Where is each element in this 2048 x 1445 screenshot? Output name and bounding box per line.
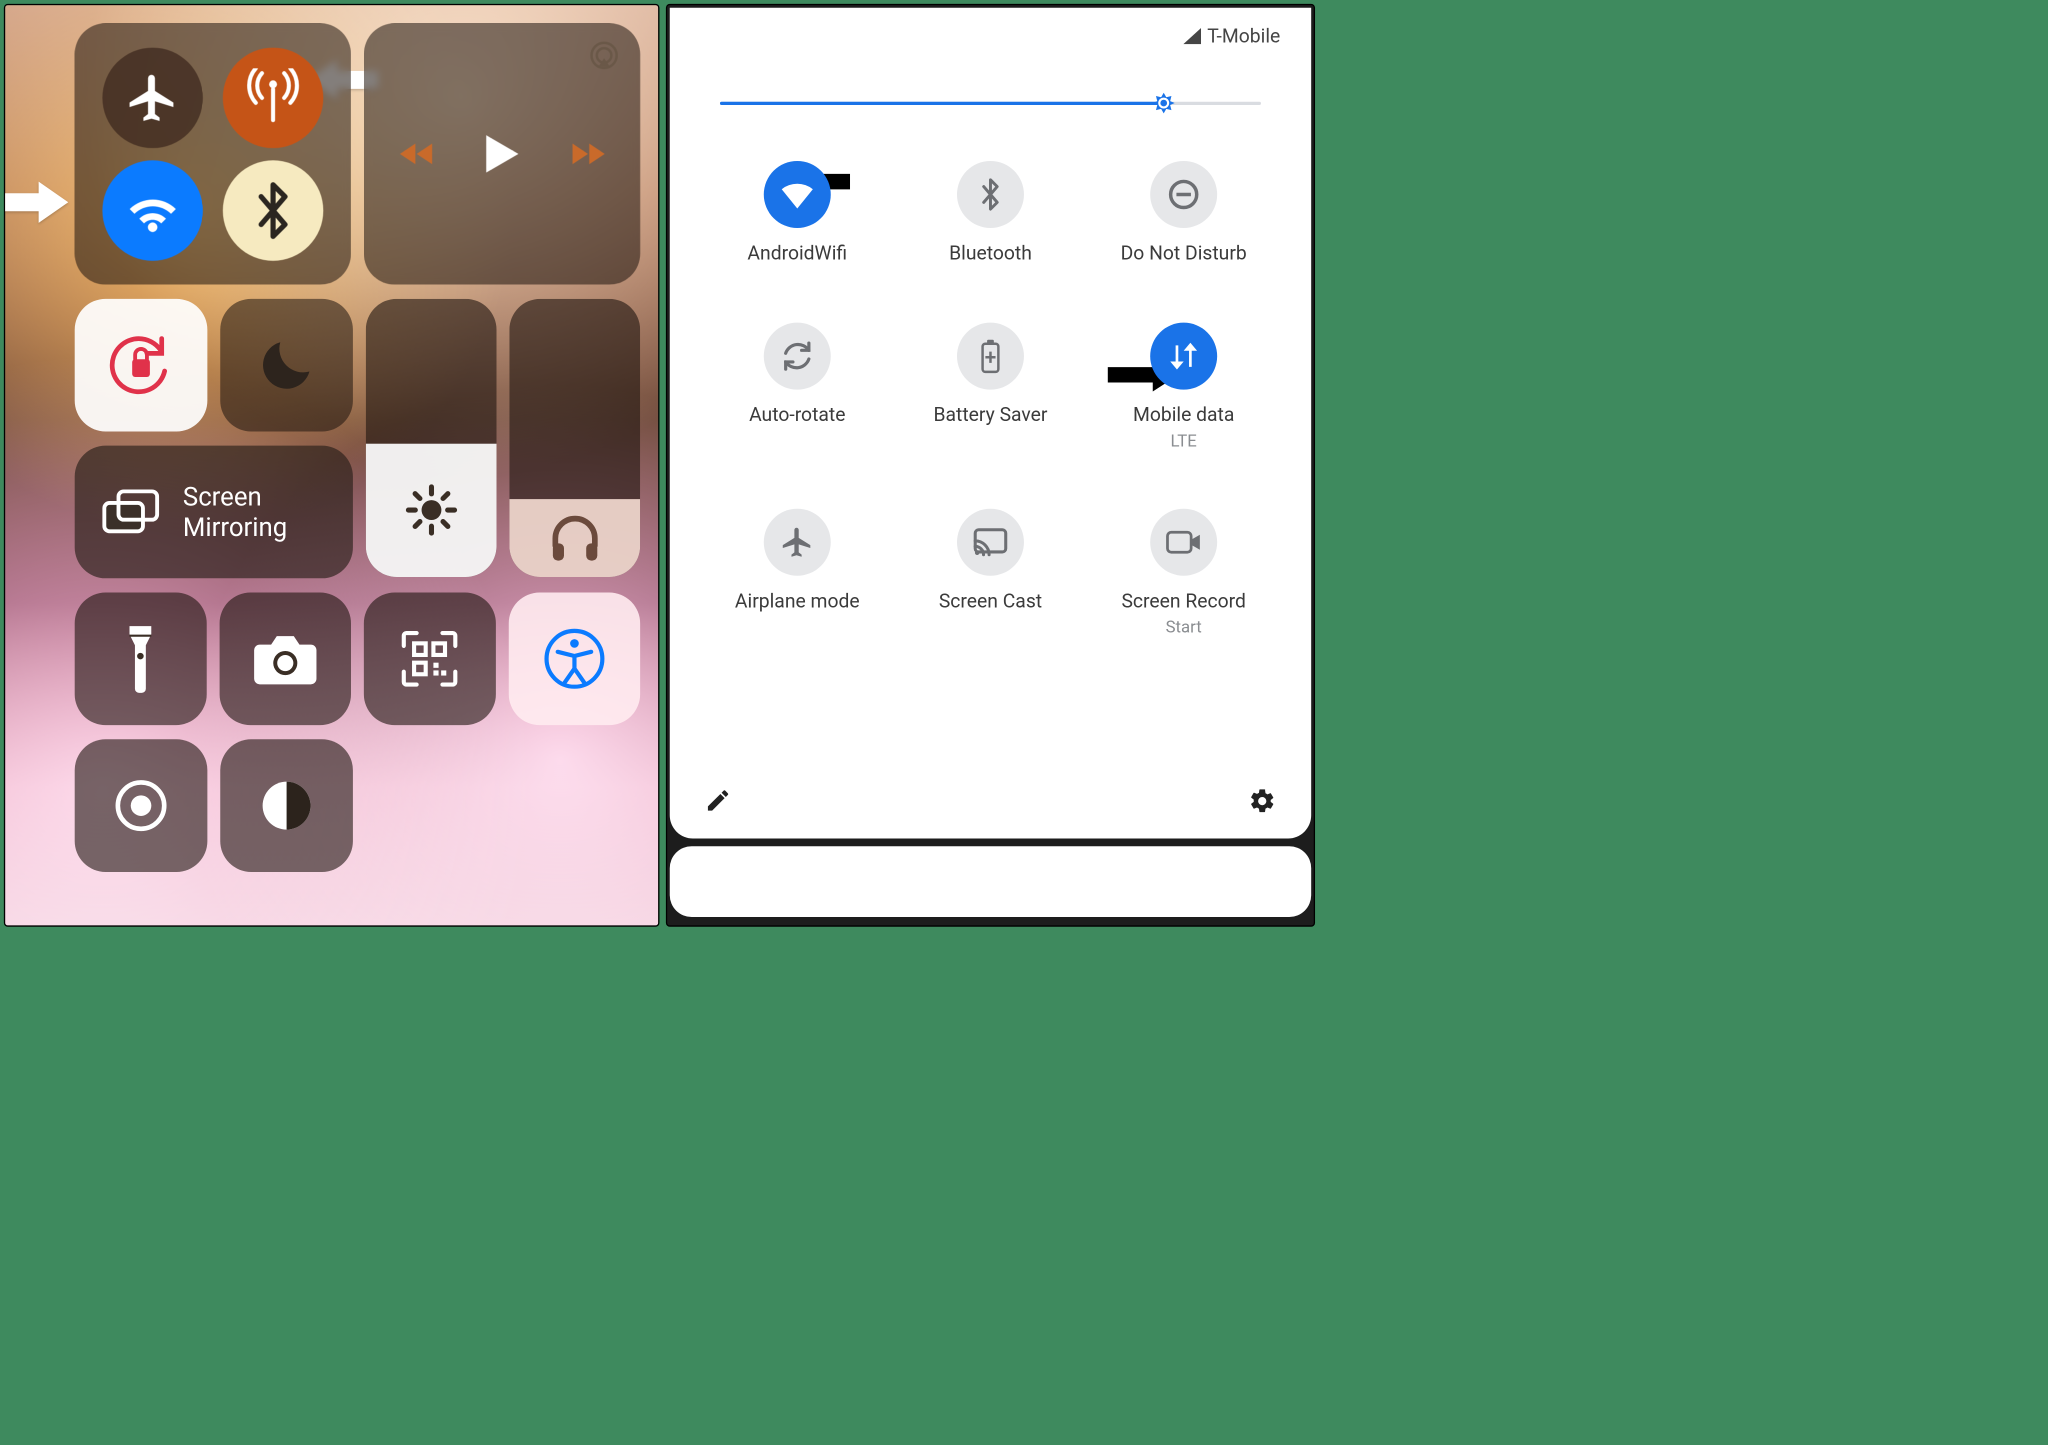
wifi-icon [123,180,184,241]
edit-button[interactable] [705,787,732,814]
rewind-button[interactable] [397,138,438,169]
airplay-icon[interactable] [587,39,620,72]
autorotate-label: Auto-rotate [749,404,845,427]
screen-record-button[interactable] [75,739,208,872]
dnd-icon [1166,177,1201,212]
cellular-icon [243,68,302,127]
dnd-label: Do Not Disturb [1121,242,1247,265]
ios-control-center: Screen Mirroring [4,4,660,927]
battery-saver-tile[interactable]: Battery Saver [910,323,1071,451]
moon-icon [255,334,318,397]
flashlight-icon [121,623,160,694]
wifi-label: AndroidWifi [747,242,847,265]
airplane-icon [125,70,180,125]
screen-record-label: Screen Record [1121,590,1245,613]
cast-icon [972,527,1008,558]
record-icon [1165,528,1202,556]
mobile-data-sublabel: LTE [1171,431,1197,450]
brightness-thumb-icon [1151,91,1175,115]
screen-cast-label: Screen Cast [939,590,1042,613]
camera-button[interactable] [219,592,351,725]
brightness-icon [403,483,458,538]
screen-cast-tile[interactable]: Screen Cast [910,509,1071,637]
carrier-label: T-Mobile [1207,25,1280,48]
accessibility-button[interactable] [508,592,640,725]
bluetooth-label: Bluetooth [949,242,1032,265]
mobile-data-icon [1168,340,1200,372]
wifi-tile[interactable]: AndroidWifi [717,161,878,265]
qr-icon [399,628,461,690]
headphones-icon [545,508,604,567]
volume-slider[interactable] [509,299,640,577]
play-button[interactable] [483,133,520,176]
autorotate-tile[interactable]: Auto-rotate [717,323,878,451]
mobile-data-tile[interactable]: Mobile data LTE [1103,323,1264,451]
screen-record-tile[interactable]: Screen Record Start [1103,509,1264,637]
annotation-arrow-wifi [4,179,68,225]
screen-mirroring-icon [100,488,162,537]
do-not-disturb-toggle[interactable] [220,299,353,432]
bluetooth-icon [249,178,297,242]
camera-icon [250,630,320,687]
orientation-lock-toggle[interactable] [75,299,208,432]
airplane-label: Airplane mode [735,590,860,613]
orientation-lock-icon [106,330,177,401]
brightness-slider[interactable] [366,299,497,577]
bluetooth-tile[interactable]: Bluetooth [910,161,1071,265]
airplane-mode-toggle[interactable] [103,47,203,147]
autorotate-icon [780,339,815,374]
battery-saver-label: Battery Saver [933,404,1047,427]
brightness-slider[interactable] [720,90,1261,116]
airplane-tile[interactable]: Airplane mode [717,509,878,637]
record-icon [110,775,172,837]
signal-icon [1181,28,1200,45]
dark-mode-icon [256,775,317,836]
status-bar: T-Mobile [701,21,1281,52]
battery-icon [978,338,1004,374]
notification-card[interactable] [670,846,1311,917]
wifi-icon [779,176,816,213]
dark-mode-button[interactable] [220,739,353,872]
bluetooth-icon [977,176,1004,212]
cellular-data-toggle[interactable] [223,47,323,147]
forward-button[interactable] [566,138,607,169]
media-controls-group [364,23,640,284]
accessibility-icon [541,625,608,692]
screen-record-sublabel: Start [1166,618,1202,637]
connectivity-group [75,23,351,284]
wifi-toggle[interactable] [103,160,203,260]
flashlight-button[interactable] [75,592,207,725]
screen-mirroring-button[interactable]: Screen Mirroring [75,446,353,579]
qr-scanner-button[interactable] [364,592,496,725]
mobile-data-label: Mobile data [1133,404,1234,427]
settings-button[interactable] [1248,787,1276,815]
screen-mirroring-label: Screen Mirroring [183,482,287,543]
bluetooth-toggle[interactable] [223,160,323,260]
android-quick-settings: T-Mobile AndroidWifi Bluetooth [666,4,1315,927]
airplane-icon [780,525,815,560]
dnd-tile[interactable]: Do Not Disturb [1103,161,1264,265]
